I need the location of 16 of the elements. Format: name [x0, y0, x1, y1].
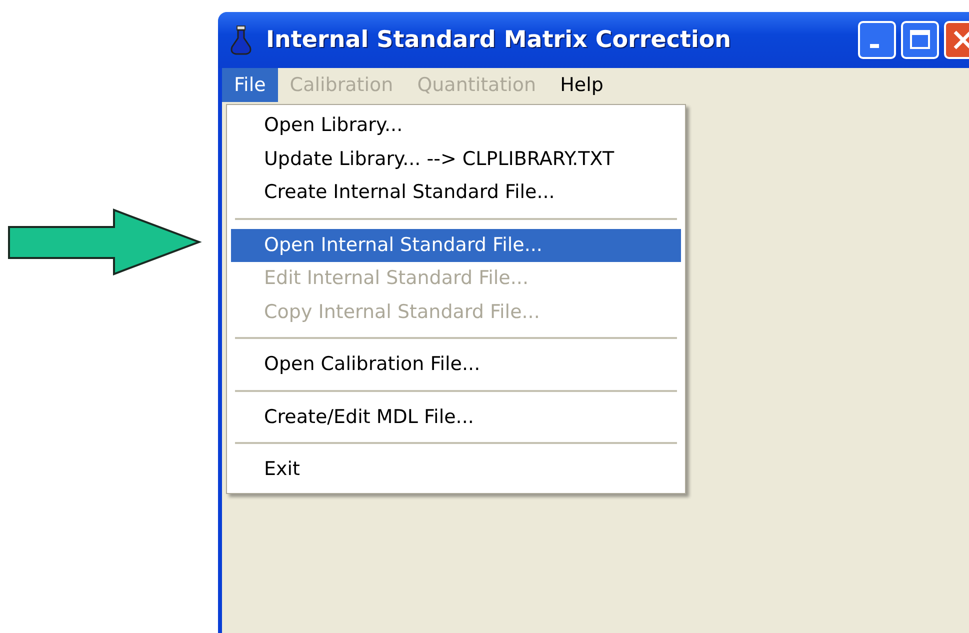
- menu-item[interactable]: Create Internal Standard File...: [231, 176, 681, 210]
- menu-item[interactable]: Open Library...: [231, 109, 681, 142]
- menu-item[interactable]: Update Library... --> CLPLIBRARY.TXT: [231, 142, 681, 176]
- menu-item[interactable]: Help: [548, 68, 616, 102]
- minimize-button[interactable]: [858, 21, 896, 59]
- maximize-icon: [909, 29, 931, 51]
- close-icon: [952, 29, 969, 51]
- maximize-button[interactable]: [901, 21, 939, 59]
- flask-icon: [230, 25, 252, 55]
- menu-item[interactable]: File: [222, 68, 278, 102]
- menu-item[interactable]: Open Internal Standard File...: [231, 228, 681, 262]
- menu-item[interactable]: Exit: [231, 453, 681, 486]
- menu-item[interactable]: Create/Edit MDL File...: [231, 400, 681, 434]
- minimize-icon: [870, 44, 878, 48]
- menu-item[interactable]: Open Calibration File...: [231, 348, 681, 382]
- window-title: Internal Standard Matrix Correction: [266, 27, 732, 53]
